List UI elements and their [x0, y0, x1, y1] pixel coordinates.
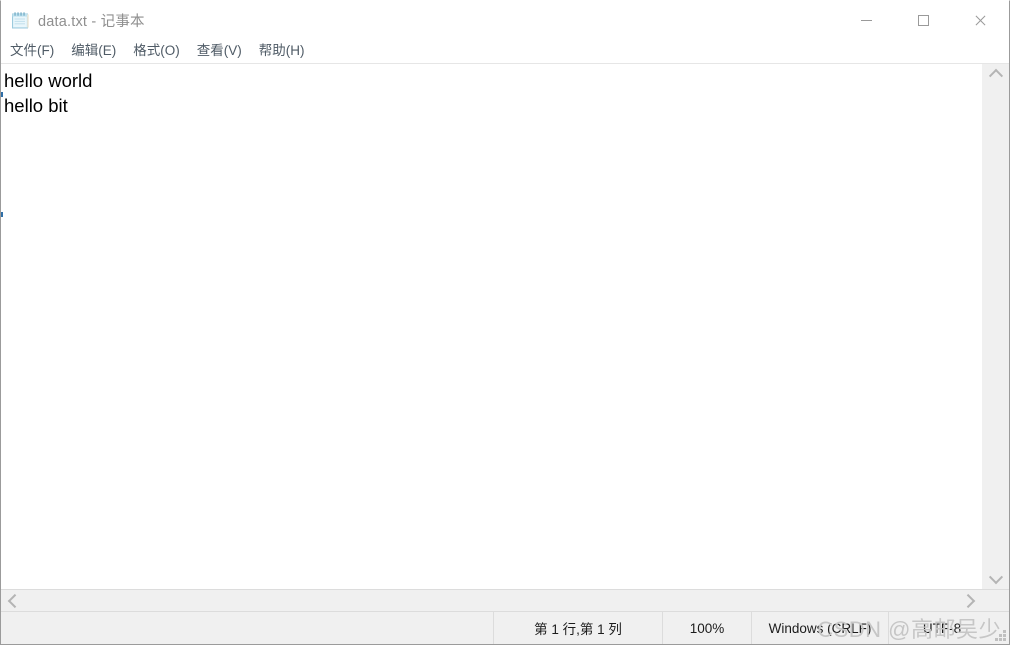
document-text[interactable]: hello world hello bit: [1, 64, 981, 118]
status-spacer: [1, 612, 493, 644]
vertical-scrollbar[interactable]: [981, 64, 1009, 589]
menu-file[interactable]: 文件(F): [10, 39, 62, 63]
scroll-up-button[interactable]: [982, 64, 1009, 83]
chevron-left-icon: [7, 593, 22, 608]
menu-view[interactable]: 查看(V): [197, 39, 250, 63]
editor-area: hello world hello bit: [1, 64, 1009, 589]
minimize-icon: [861, 19, 872, 21]
chevron-down-icon: [988, 570, 1003, 585]
edge-artifact: [1, 212, 3, 217]
menu-help[interactable]: 帮助(H): [259, 39, 313, 63]
status-line-ending[interactable]: Windows (CRLF): [751, 612, 888, 644]
resize-grip[interactable]: [995, 630, 1006, 641]
title-bar[interactable]: data.txt - 记事本: [1, 1, 1009, 39]
status-encoding[interactable]: UTF-8: [888, 612, 1009, 644]
window-title: data.txt - 记事本: [38, 13, 145, 30]
horizontal-scrollbar[interactable]: [1, 589, 1009, 611]
status-zoom-level[interactable]: 100%: [662, 612, 751, 644]
maximize-icon: [918, 14, 929, 26]
window-controls: [838, 1, 1009, 39]
maximize-button[interactable]: [895, 1, 952, 39]
minimize-button[interactable]: [838, 1, 895, 39]
scroll-left-button[interactable]: [1, 590, 23, 611]
scrollbar-corner: [982, 590, 1009, 611]
close-button[interactable]: [952, 1, 1009, 39]
close-icon: [974, 14, 987, 27]
chevron-up-icon: [988, 68, 1003, 83]
notepad-icon: [11, 11, 30, 30]
chevron-right-icon: [961, 593, 976, 608]
menu-format[interactable]: 格式(O): [133, 39, 188, 63]
edge-artifact: [1, 92, 3, 97]
scroll-down-button[interactable]: [982, 570, 1009, 589]
menu-edit[interactable]: 编辑(E): [71, 39, 124, 63]
scroll-right-button[interactable]: [960, 590, 982, 611]
status-bar: 第 1 行,第 1 列 100% Windows (CRLF) UTF-8 CS…: [1, 611, 1009, 644]
notepad-window: data.txt - 记事本 文件(F) 编辑(E) 格式(O) 查看(V) 帮…: [0, 0, 1010, 645]
vertical-scrollbar-track[interactable]: [982, 64, 1009, 589]
title-bar-left: data.txt - 记事本: [1, 1, 838, 39]
text-editor[interactable]: hello world hello bit: [1, 64, 981, 589]
status-cursor-position[interactable]: 第 1 行,第 1 列: [493, 612, 662, 644]
menu-bar: 文件(F) 编辑(E) 格式(O) 查看(V) 帮助(H): [1, 39, 1009, 64]
